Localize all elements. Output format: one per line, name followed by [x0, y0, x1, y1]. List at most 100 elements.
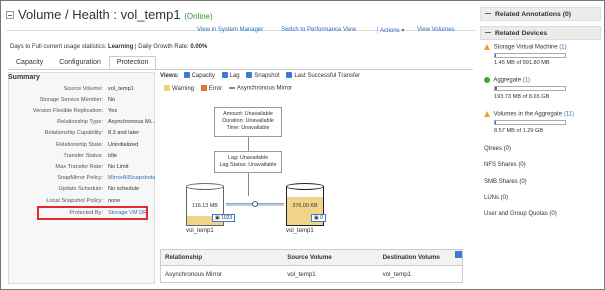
- view-lag-label: Lag: [229, 72, 240, 79]
- connector-line: [248, 173, 249, 196]
- view-in-system-manager-link[interactable]: View in System Manager: [197, 27, 263, 33]
- views-bar: Views: Capacity Lag Snapshot Last Succes…: [160, 72, 365, 79]
- row-value: Idle: [108, 153, 118, 159]
- row-value: No schedule: [108, 186, 140, 192]
- row-key: SnapMirror Policy:: [57, 175, 103, 181]
- collapse-icon: [485, 32, 491, 33]
- luns-item[interactable]: LUNs (0): [484, 195, 508, 201]
- related-devices-header[interactable]: Related Devices: [480, 26, 601, 40]
- view-snapshot-checkbox[interactable]: Snapshot: [246, 72, 280, 79]
- switch-to-performance-link[interactable]: Switch to Performance View: [281, 27, 356, 33]
- status-badge: (Online): [184, 12, 213, 21]
- snapshot-icon: ▣: [215, 215, 220, 221]
- source-snapshot-badge[interactable]: ▣ 1023: [212, 214, 236, 222]
- mirror-connector-icon: [252, 201, 258, 207]
- destination-volume-name: vol_temp1: [286, 228, 314, 234]
- transfer-info-box: Amount: Unavailable Duration: Unavailabl…: [214, 107, 282, 137]
- row-key: Version Flexible Replication:: [32, 108, 103, 114]
- snapmirror-policy-link[interactable]: MirrorAllSnapshots: [108, 175, 155, 181]
- row-value: Yes: [108, 108, 118, 114]
- svm-count[interactable]: (1): [559, 45, 566, 51]
- row-key: Update Schedule:: [58, 186, 103, 192]
- connector-line: [248, 137, 249, 151]
- lag-info-box: Lag: Unavailable Lag Status: Unavailable: [214, 151, 282, 173]
- volumes-count[interactable]: (11): [564, 112, 574, 118]
- bar-fill: [495, 121, 497, 124]
- devices-label: Related Devices: [495, 30, 548, 37]
- legend: Warning Error Asynchronous Mirror: [164, 85, 292, 92]
- aggregate-count[interactable]: (1): [523, 78, 530, 84]
- views-label: Views:: [160, 72, 179, 79]
- legend-mirror: Asynchronous Mirror: [236, 85, 293, 92]
- highlight-box: [37, 206, 148, 220]
- warning-swatch: [164, 85, 170, 91]
- view-capacity-label: Capacity: [191, 72, 215, 79]
- annotations-label: Related Annotations (0): [495, 11, 572, 18]
- collapse-icon[interactable]: [6, 11, 14, 19]
- warning-icon: [484, 111, 490, 117]
- view-volumes-link[interactable]: View Volumes: [417, 27, 455, 33]
- error-swatch: [200, 85, 207, 91]
- destination-snapshot-count: 0: [320, 215, 323, 221]
- tab-bar: Capacity Configuration Protection: [8, 56, 157, 70]
- stats-learning: Learning: [108, 44, 134, 50]
- col-source-volume[interactable]: Source Volume: [283, 254, 378, 261]
- cell-source: vol_temp1: [287, 270, 316, 278]
- checkbox-icon: [183, 72, 190, 78]
- row-value: 8.3 and later: [108, 130, 140, 136]
- aggregate-capacity-bar: [494, 86, 566, 91]
- stats-sep: | Daily Growth Rate:: [133, 44, 189, 50]
- col-relationship[interactable]: Relationship: [161, 254, 283, 261]
- row-value: vol_temp1: [108, 86, 134, 92]
- aggregate-label: Aggregate: [493, 77, 522, 84]
- svm-item[interactable]: Storage Virtual Machine (1): [484, 44, 567, 51]
- col-destination-volume[interactable]: Destination Volume: [379, 254, 462, 261]
- related-annotations-header[interactable]: Related Annotations (0): [480, 7, 601, 21]
- volumes-capacity-bar: [494, 120, 566, 125]
- mirror-swatch: [228, 87, 235, 89]
- bar-fill: [495, 54, 497, 57]
- row-value: No Limit: [108, 164, 129, 170]
- snapshot-icon: ▣: [314, 215, 319, 221]
- info-lag: Lag: Unavailable: [227, 155, 269, 161]
- view-lag-checkbox[interactable]: Lag: [221, 72, 240, 79]
- summary-title: Summary: [8, 74, 40, 81]
- legend-error: Error: [208, 85, 223, 92]
- stats-label: Days to Full current usage statistics:: [10, 44, 107, 50]
- table-header: Relationship Source Volume Destination V…: [161, 250, 462, 266]
- warning-icon: [484, 44, 490, 50]
- volumes-label: Volumes in the Aggregate: [493, 111, 563, 118]
- table-settings-icon[interactable]: [455, 251, 462, 258]
- smb-shares-item[interactable]: SMB Shares (0): [484, 179, 527, 185]
- source-volume-name: vol_temp1: [186, 228, 214, 234]
- info-duration: Duration: Unavailable: [222, 118, 274, 124]
- volumes-in-aggregate-item[interactable]: Volumes in the Aggregate (11): [484, 111, 574, 118]
- actions-menu[interactable]: Actions ▾: [380, 27, 404, 34]
- view-last-transfer-label: Last Successful Transfer: [294, 72, 361, 79]
- view-capacity-checkbox[interactable]: Capacity: [183, 72, 215, 79]
- view-last-transfer-checkbox[interactable]: Last Successful Transfer: [286, 72, 361, 79]
- info-time: Time: Unavailable: [226, 125, 270, 131]
- volume-top: [186, 183, 224, 190]
- quotas-item[interactable]: User and Group Quotas (0): [484, 211, 557, 217]
- svm-capacity-bar: [494, 53, 566, 58]
- aggregate-item[interactable]: Aggregate (1): [484, 77, 530, 84]
- tab-protection[interactable]: Protection: [108, 56, 157, 70]
- usage-stats: Days to Full current usage statistics: L…: [10, 44, 207, 50]
- volumes-detail: 8.57 MB of 1.29 GB: [494, 128, 544, 134]
- row-value: Asynchronous Mi...: [108, 119, 156, 125]
- destination-volume-size: 376.00 KB: [292, 203, 318, 209]
- table-row[interactable]: Asynchronous Mirror vol_temp1 vol_temp1: [161, 266, 462, 282]
- tab-capacity[interactable]: Capacity: [8, 56, 51, 70]
- bar-fill: [495, 87, 497, 90]
- row-value: Uninitialized: [108, 142, 139, 148]
- info-lag-status: Lag Status: Unavailable: [219, 162, 277, 168]
- destination-snapshot-badge[interactable]: ▣ 0: [311, 214, 326, 222]
- qtrees-item[interactable]: Qtrees (0): [484, 146, 511, 152]
- nfs-shares-item[interactable]: NFS Shares (0): [484, 162, 526, 168]
- tab-configuration[interactable]: Configuration: [51, 56, 109, 70]
- legend-warning: Warning: [172, 85, 195, 92]
- checkbox-icon: [286, 72, 293, 78]
- view-snapshot-label: Snapshot: [254, 72, 280, 79]
- collapse-icon: [485, 13, 491, 14]
